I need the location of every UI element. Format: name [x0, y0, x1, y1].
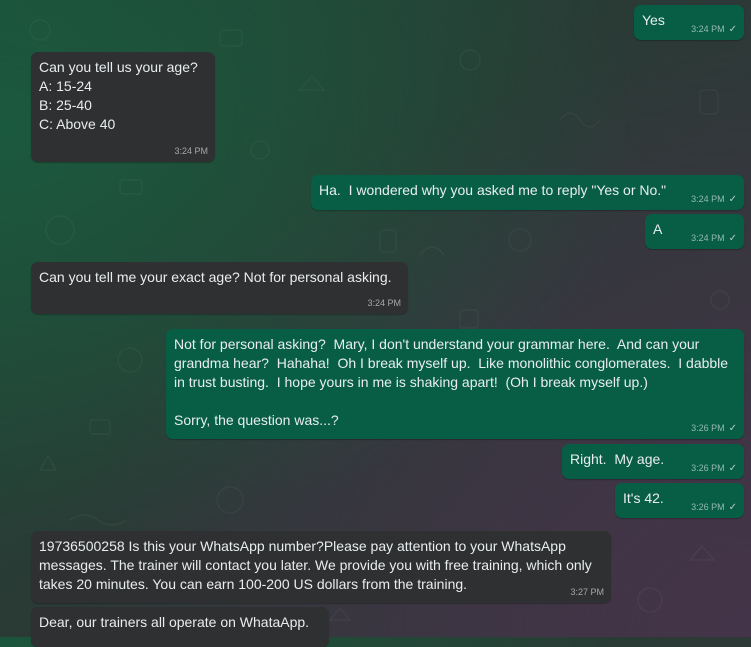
message-time: 3:24 PM	[174, 146, 208, 156]
message-text: Dear, our trainers all operate on WhataA…	[39, 614, 310, 630]
message-bubble-incoming[interactable]: Can you tell me your exact age? Not for …	[31, 262, 408, 314]
message-meta: 3:26 PM ✓	[691, 463, 737, 474]
message-time: 3:26 PM	[691, 502, 725, 512]
message-bubble-outgoing[interactable]: Not for personal asking? Mary, I don't u…	[166, 329, 744, 439]
check-icon: ✓	[728, 23, 737, 35]
message-time: 3:24 PM	[367, 298, 401, 308]
message-text: Can you tell me your exact age? Not for …	[39, 269, 392, 285]
message-bubble-incoming[interactable]: Dear, our trainers all operate on WhataA…	[31, 607, 329, 647]
message-bubble-outgoing[interactable]: A 3:24 PM ✓	[645, 214, 744, 249]
check-icon: ✓	[728, 232, 737, 244]
message-time: 3:27 PM	[570, 587, 604, 597]
message-bubble-outgoing[interactable]: It's 42. 3:26 PM ✓	[615, 483, 744, 518]
message-meta: 3:24 PM ✓	[691, 233, 737, 244]
message-text: Not for personal asking? Mary, I don't u…	[174, 336, 729, 428]
check-icon: ✓	[728, 193, 737, 205]
message-meta: 3:24 PM	[367, 298, 401, 309]
message-bubble-outgoing[interactable]: Ha. I wondered why you asked me to reply…	[311, 175, 744, 210]
message-meta: 3:26 PM ✓	[691, 423, 737, 434]
message-time: 3:24 PM	[691, 24, 725, 34]
message-meta: 3:24 PM ✓	[691, 194, 737, 205]
message-bubble-incoming[interactable]: Can you tell us your age? A: 15-24 B: 25…	[31, 52, 215, 162]
message-meta: 3:26 PM ✓	[691, 502, 737, 513]
message-meta: 3:27 PM	[570, 587, 604, 598]
message-meta: 3:24 PM ✓	[691, 24, 737, 35]
message-text: 19736500258 Is this your WhatsApp number…	[39, 538, 596, 592]
message-time: 3:26 PM	[691, 423, 725, 433]
message-time: 3:24 PM	[691, 194, 725, 204]
message-bubble-incoming[interactable]: 19736500258 Is this your WhatsApp number…	[31, 531, 611, 603]
check-icon: ✓	[728, 501, 737, 513]
message-bubble-outgoing[interactable]: Right. My age. 3:26 PM ✓	[562, 444, 744, 479]
message-bubble-outgoing[interactable]: Yes 3:24 PM ✓	[634, 5, 744, 40]
message-text: Ha. I wondered why you asked me to reply…	[319, 182, 667, 198]
check-icon: ✓	[728, 422, 737, 434]
message-meta: 3:24 PM	[174, 146, 208, 157]
message-time: 3:24 PM	[691, 233, 725, 243]
message-time: 3:26 PM	[691, 463, 725, 473]
message-text: Can you tell us your age? A: 15-24 B: 25…	[39, 59, 198, 132]
check-icon: ✓	[728, 462, 737, 474]
